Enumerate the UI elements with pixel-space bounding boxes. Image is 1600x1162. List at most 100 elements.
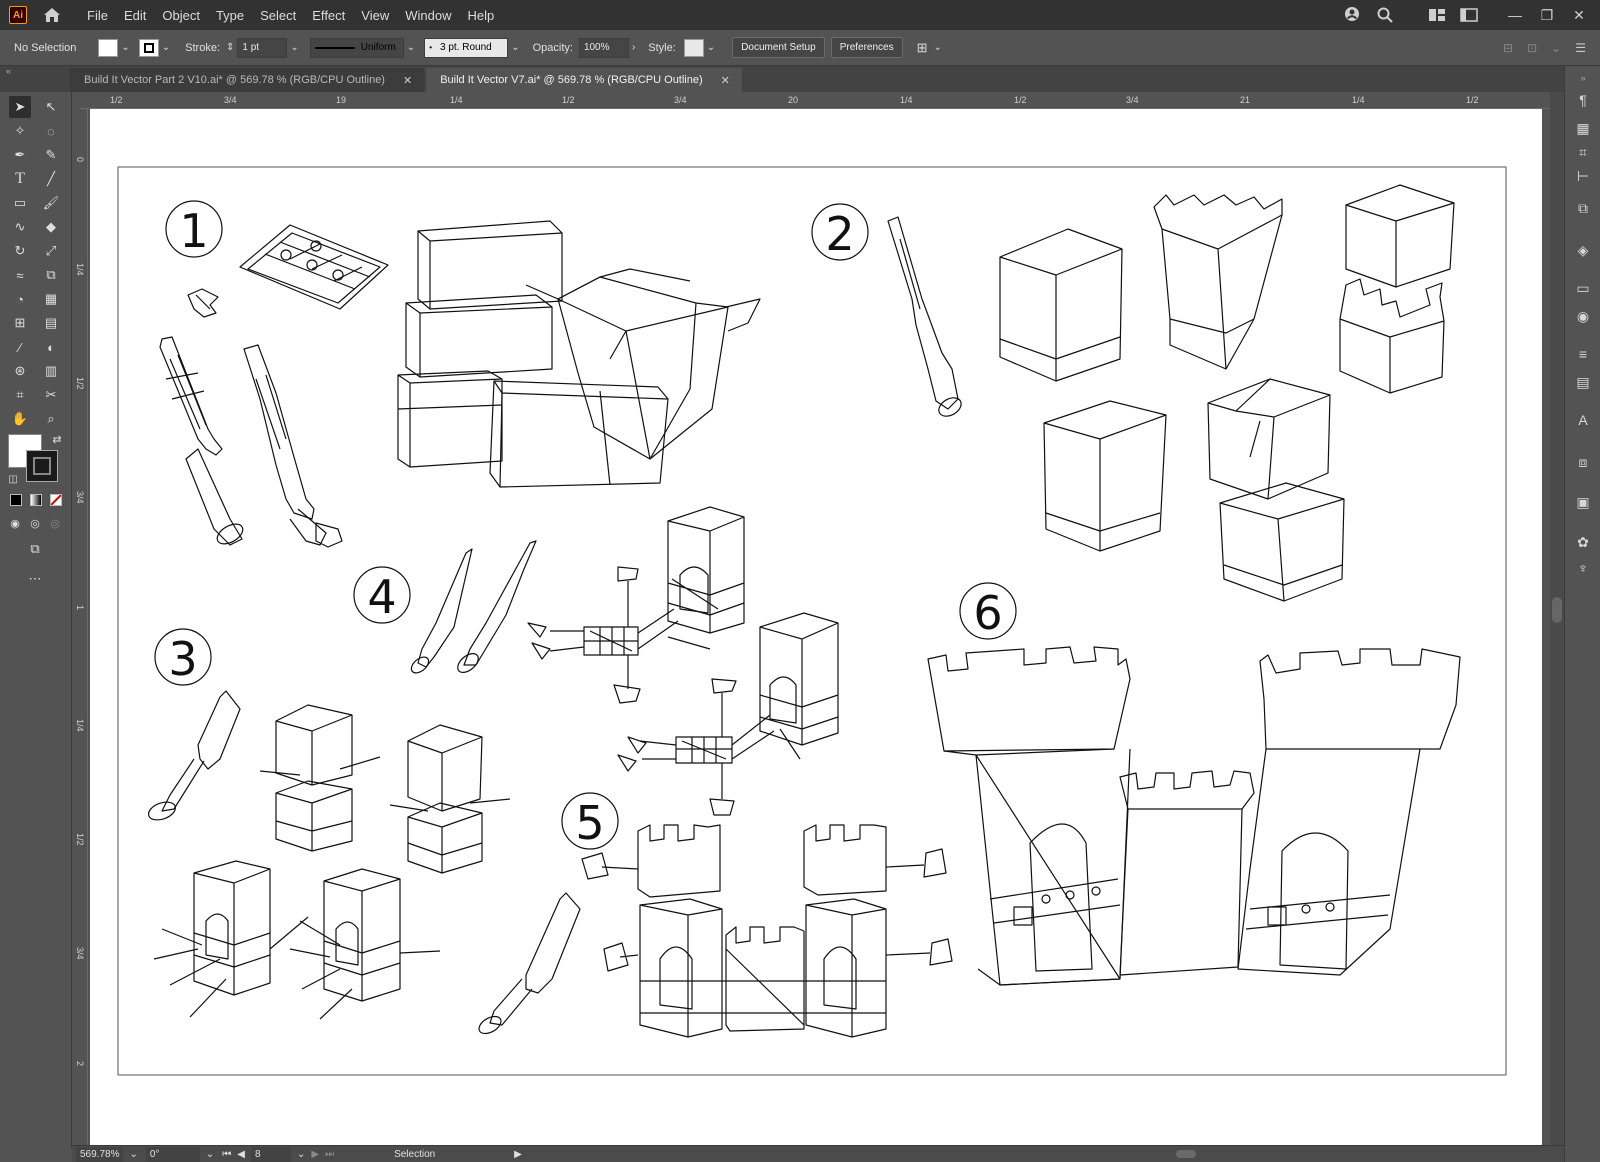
opacity-field[interactable]: 100% bbox=[578, 37, 629, 58]
stroke-weight-field[interactable]: 1 pt bbox=[237, 37, 288, 58]
profile-chevron-down-icon[interactable]: ⌄ bbox=[407, 42, 415, 53]
rotation-chevron-down-icon[interactable]: ⌄ bbox=[206, 1149, 214, 1160]
transform-icon[interactable]: ⊟ bbox=[1503, 41, 1513, 55]
none-mode-icon[interactable] bbox=[50, 494, 62, 506]
edit-toolbar-icon[interactable]: ⋯ bbox=[24, 568, 46, 590]
properties-icon[interactable]: ▦ bbox=[1573, 118, 1593, 138]
rectangle-tool-icon[interactable]: ▭ bbox=[9, 192, 31, 214]
free-transform-tool-icon[interactable]: ⧉ bbox=[40, 264, 62, 286]
magic-wand-tool-icon[interactable]: ✧ bbox=[9, 120, 31, 142]
opacity-chevron-right-icon[interactable]: › bbox=[632, 42, 635, 53]
stroke-swatch[interactable] bbox=[138, 38, 159, 57]
width-tool-icon[interactable]: ≈ bbox=[9, 264, 31, 286]
align-options-icon[interactable]: ⊞ bbox=[917, 40, 928, 56]
preferences-button[interactable]: Preferences bbox=[830, 37, 903, 58]
fill-swatch[interactable] bbox=[98, 38, 119, 57]
status-menu-icon[interactable]: ▶ bbox=[514, 1149, 522, 1160]
previous-artboard-icon[interactable]: ◀ bbox=[237, 1149, 245, 1160]
tab-build-it-vector-part-2[interactable]: Build It Vector Part 2 V10.ai* @ 569.78 … bbox=[70, 68, 425, 92]
mesh-tool-icon[interactable]: ⊞ bbox=[9, 312, 31, 334]
eraser-tool-icon[interactable]: ◆ bbox=[40, 216, 62, 238]
close-window-icon[interactable]: ✕ bbox=[1570, 6, 1588, 24]
arrange-documents-icon[interactable] bbox=[1428, 6, 1446, 24]
rotation-field[interactable]: 0° bbox=[145, 1146, 200, 1162]
restore-icon[interactable]: ❐ bbox=[1538, 6, 1556, 24]
menu-edit[interactable]: Edit bbox=[116, 8, 154, 23]
style-chevron-down-icon[interactable]: ⌄ bbox=[707, 42, 715, 53]
pathfinder-icon[interactable]: ⧉ bbox=[1573, 198, 1593, 218]
pen-tool-icon[interactable]: ✒ bbox=[9, 144, 31, 166]
collapse-panels-icon[interactable]: « bbox=[6, 66, 11, 76]
artboards-icon[interactable]: ▣ bbox=[1573, 492, 1593, 512]
close-icon[interactable]: ✕ bbox=[403, 74, 412, 87]
last-artboard-icon[interactable]: ⏭ bbox=[325, 1149, 334, 1160]
paintbrush-tool-icon[interactable]: 🖌 bbox=[40, 192, 62, 214]
zoom-chevron-down-icon[interactable]: ⌄ bbox=[129, 1149, 137, 1160]
slice-tool-icon[interactable]: ✂ bbox=[40, 384, 62, 406]
brush-definition[interactable]: • 3 pt. Round bbox=[424, 37, 509, 58]
document-setup-button[interactable]: Document Setup bbox=[732, 37, 825, 58]
current-tool-status[interactable]: Selection bbox=[394, 1149, 514, 1160]
align-panel-icon[interactable]: ⊢ bbox=[1573, 166, 1593, 186]
stroke-chevron-down-icon[interactable]: ⌄ bbox=[162, 42, 170, 53]
home-icon[interactable] bbox=[41, 4, 63, 26]
selection-tool-icon[interactable]: ➤ bbox=[9, 96, 31, 118]
minimize-icon[interactable]: — bbox=[1506, 6, 1524, 24]
gradient-tool-icon[interactable]: ▤ bbox=[40, 312, 62, 334]
first-artboard-icon[interactable]: ⏮ bbox=[222, 1149, 231, 1160]
menu-help[interactable]: Help bbox=[459, 8, 502, 23]
menu-select[interactable]: Select bbox=[252, 8, 304, 23]
draw-inside-icon[interactable]: ◎ bbox=[44, 512, 66, 534]
shaper-tool-icon[interactable]: ∿ bbox=[9, 216, 31, 238]
draw-behind-icon[interactable]: ◎ bbox=[24, 512, 46, 534]
puppet-warp-icon[interactable]: ♆ bbox=[1573, 558, 1593, 578]
close-icon[interactable]: ✕ bbox=[721, 74, 730, 87]
menu-window[interactable]: Window bbox=[397, 8, 459, 23]
horizontal-scrollbar[interactable] bbox=[668, 1149, 1368, 1159]
fill-chevron-down-icon[interactable]: ⌄ bbox=[121, 42, 129, 53]
symbol-sprayer-tool-icon[interactable]: ⊛ bbox=[9, 360, 31, 382]
paragraph-icon[interactable]: ¶ bbox=[1573, 90, 1593, 110]
character-icon[interactable]: A bbox=[1573, 410, 1593, 430]
draw-normal-icon[interactable]: ◉ bbox=[4, 512, 26, 534]
perspective-grid-tool-icon[interactable]: ▦ bbox=[40, 288, 62, 310]
canvas[interactable]: 1 2 3 4 5 6 bbox=[88, 109, 1550, 1145]
screen-mode-icon[interactable]: ⧉ bbox=[24, 538, 46, 560]
horizontal-ruler[interactable]: 1/2 3/4 19 1/4 1/2 3/4 20 1/4 1/2 3/4 21 1/4 1/2 bbox=[80, 93, 1550, 109]
artboard-number-field[interactable]: 8 bbox=[250, 1146, 291, 1162]
hand-tool-icon[interactable]: ✋ bbox=[9, 408, 31, 430]
brush-chevron-down-icon[interactable]: ⌄ bbox=[511, 42, 519, 53]
appearance-icon[interactable]: ◉ bbox=[1573, 306, 1593, 326]
workspace-switcher-icon[interactable] bbox=[1460, 6, 1478, 24]
stroke-stepper-icon[interactable]: ⇕ bbox=[226, 42, 234, 53]
direct-selection-tool-icon[interactable]: ↖ bbox=[40, 96, 62, 118]
blend-tool-icon[interactable]: ◐ bbox=[40, 336, 62, 358]
menu-file[interactable]: File bbox=[79, 8, 116, 23]
comments-icon[interactable]: ▭ bbox=[1573, 278, 1593, 298]
zoom-tool-icon[interactable]: ⌕ bbox=[40, 408, 62, 430]
shape-builder-tool-icon[interactable]: ◔ bbox=[9, 288, 31, 310]
rotate-tool-icon[interactable]: ↻ bbox=[9, 240, 31, 262]
collapse-dock-icon[interactable]: » bbox=[1573, 68, 1593, 88]
vertical-scrollbar[interactable] bbox=[1550, 92, 1564, 1146]
transform-panel-icon[interactable]: ⌗ bbox=[1573, 142, 1593, 162]
search-icon[interactable] bbox=[1376, 6, 1394, 24]
graphic-style-swatch[interactable] bbox=[683, 38, 704, 57]
panel-menu-icon[interactable]: ☰ bbox=[1575, 41, 1586, 55]
color-guide-icon[interactable]: ✿ bbox=[1573, 532, 1593, 552]
zoom-level-field[interactable]: 569.78% bbox=[76, 1146, 124, 1162]
scale-tool-icon[interactable]: ⤢ bbox=[40, 240, 62, 262]
type-tool-icon[interactable]: T bbox=[9, 168, 31, 190]
swap-fill-stroke-icon[interactable]: ⇄ bbox=[46, 428, 68, 450]
next-artboard-icon[interactable]: ▶ bbox=[311, 1149, 319, 1160]
menu-type[interactable]: Type bbox=[208, 8, 252, 23]
more-options-icon[interactable]: ⌄ bbox=[1551, 41, 1561, 55]
gradient-mode-icon[interactable] bbox=[30, 494, 42, 506]
lasso-tool-icon[interactable]: ◌ bbox=[40, 120, 62, 142]
menu-object[interactable]: Object bbox=[154, 8, 208, 23]
column-graph-tool-icon[interactable]: ▥ bbox=[40, 360, 62, 382]
artboard[interactable]: 1 2 3 4 5 6 bbox=[90, 109, 1542, 1145]
stroke-color-box[interactable] bbox=[26, 450, 58, 482]
eyedropper-tool-icon[interactable]: ⁄ bbox=[9, 336, 31, 358]
artboard-chevron-down-icon[interactable]: ⌄ bbox=[297, 1149, 305, 1160]
